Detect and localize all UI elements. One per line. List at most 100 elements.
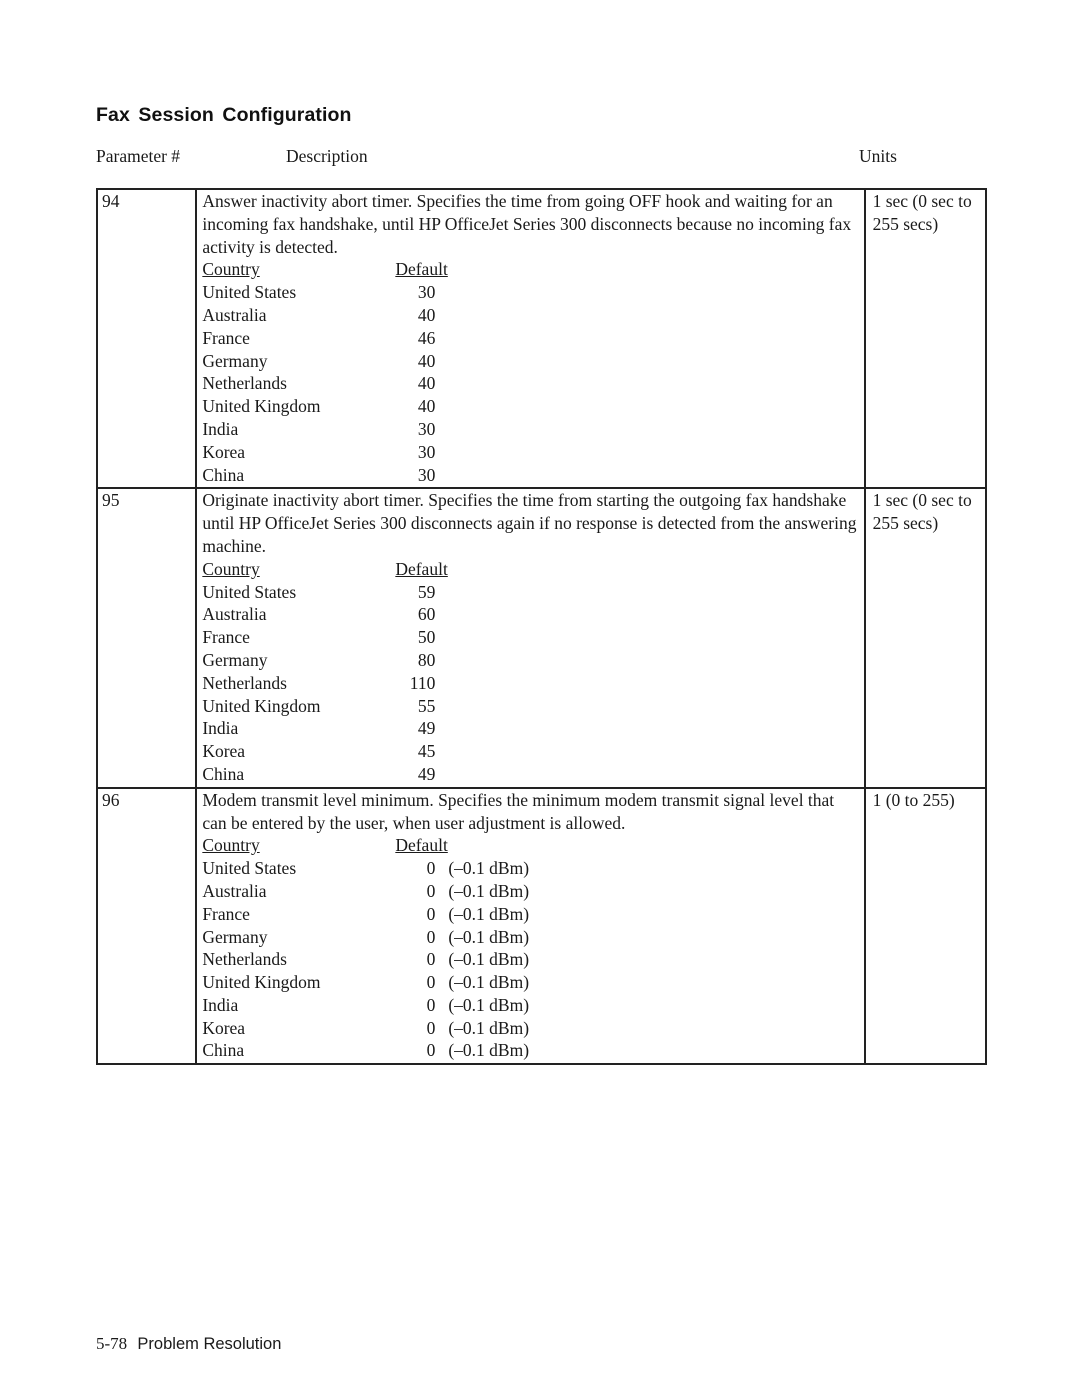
table-row: 96 Modem transmit level minimum. Specifie… [95, 786, 988, 1066]
parameter-units: 1 (0 to 255) [863, 786, 988, 1066]
column-header-description: Description [286, 146, 368, 166]
country-name: Korea [202, 441, 246, 462]
parameter-number: 96 [95, 786, 198, 1066]
country-name: India [202, 718, 239, 739]
default-value: 110 [409, 672, 436, 693]
country-header: Country [202, 835, 260, 856]
country-name: India [202, 994, 239, 1015]
default-value: 0 [426, 994, 436, 1015]
default-value: 40 [417, 350, 436, 371]
default-unit: (–0.1 dBm) [448, 1017, 530, 1038]
page-footer: 5-78 Problem Resolution [96, 1334, 281, 1354]
country-default-row: Korea 45 [202, 740, 863, 763]
parameter-description-cell: Modem transmit level minimum. Specifies … [195, 786, 866, 1066]
country-default-row: United States 30 [202, 281, 863, 304]
page-number: 5-78 [96, 1334, 128, 1353]
country-name: Netherlands [202, 672, 287, 693]
country-default-row: France 46 [202, 327, 863, 350]
parameter-number: 95 [95, 487, 198, 789]
default-unit: (–0.1 dBm) [448, 994, 530, 1015]
country-defaults-list: Country Default United States 30 Australia 40… [202, 258, 863, 486]
parameter-table-body: 94 Answer inactivity abort timer. Specifi… [95, 187, 988, 1066]
country-default-row: United States 59 [202, 581, 863, 604]
country-header: Country [202, 259, 260, 280]
country-default-row: Korea 0 (–0.1 dBm) [202, 1017, 863, 1040]
country-defaults-list: Country Default United States 59 Australia 60… [202, 558, 863, 786]
country-default-row: Australia 60 [202, 603, 863, 626]
country-name: United States [202, 282, 297, 303]
parameter-table: 94 Answer inactivity abort timer. Specifi… [95, 187, 988, 1066]
parameter-description-cell: Originate inactivity abort timer. Specif… [195, 487, 866, 789]
country-name: Germany [202, 649, 268, 670]
country-default-row: Australia 40 [202, 304, 863, 327]
default-value: 0 [426, 1040, 436, 1061]
country-name: China [202, 464, 245, 485]
default-unit [435, 464, 448, 487]
default-value: 30 [417, 464, 436, 485]
default-value: 49 [417, 763, 436, 784]
parameter-units: 1 sec (0 sec to 255 secs) [863, 487, 988, 789]
default-value: 46 [417, 327, 436, 348]
country-name: India [202, 418, 239, 439]
country-name: Netherlands [202, 373, 287, 394]
default-value: 30 [417, 282, 436, 303]
default-unit [435, 281, 448, 304]
default-unit [435, 649, 448, 672]
default-unit: (–0.1 dBm) [448, 903, 530, 924]
country-default-row: United Kingdom 55 [202, 695, 863, 718]
default-value: 0 [426, 903, 436, 924]
page-title: Fax Session Configuration [96, 104, 352, 126]
parameter-description: Answer inactivity abort timer. Specifies… [202, 191, 852, 257]
default-value: 40 [417, 373, 436, 394]
default-unit [435, 740, 448, 763]
country-default-row: Netherlands 40 [202, 372, 863, 395]
default-unit: (–0.1 dBm) [448, 972, 530, 993]
default-header: Default [395, 835, 448, 856]
country-name: Germany [202, 926, 268, 947]
default-unit [435, 672, 448, 695]
default-unit [435, 395, 448, 418]
default-value: 30 [417, 418, 436, 439]
country-name: France [202, 627, 250, 648]
default-unit [435, 327, 448, 350]
column-header-units: Units [859, 146, 897, 166]
default-unit [435, 626, 448, 649]
country-default-row: Germany 80 [202, 649, 863, 672]
default-value: 0 [426, 880, 436, 901]
default-value: 80 [417, 649, 436, 670]
default-value: 55 [417, 695, 436, 716]
default-unit [435, 441, 448, 464]
default-unit: (–0.1 dBm) [448, 949, 530, 970]
default-unit [435, 603, 448, 626]
country-name: Australia [202, 304, 267, 325]
default-value: 59 [417, 581, 436, 602]
country-name: United Kingdom [202, 695, 321, 716]
country-name: Netherlands [202, 949, 287, 970]
default-unit [435, 418, 448, 441]
default-value: 0 [426, 1017, 436, 1038]
country-default-row: Germany 0 (–0.1 dBm) [202, 926, 863, 949]
default-unit [435, 695, 448, 718]
country-default-row: United Kingdom 0 (–0.1 dBm) [202, 971, 863, 994]
column-header-parameter: Parameter # [96, 146, 181, 166]
default-value: 30 [417, 441, 436, 462]
default-value: 0 [426, 949, 436, 970]
default-header: Default [395, 558, 448, 579]
country-default-row: Australia 0 (–0.1 dBm) [202, 880, 863, 903]
country-default-row: Korea 30 [202, 441, 863, 464]
country-default-row: China 0 (–0.1 dBm) [202, 1039, 863, 1062]
default-value: 0 [426, 926, 436, 947]
default-header: Default [395, 259, 448, 280]
section-name: Problem Resolution [137, 1335, 282, 1353]
default-unit [435, 304, 448, 327]
country-default-row: India 0 (–0.1 dBm) [202, 994, 863, 1017]
country-defaults-list: Country Default United States 0 (–0.1 dBm) Au… [202, 834, 863, 1062]
default-unit [435, 350, 448, 373]
country-name: Korea [202, 1017, 246, 1038]
default-unit: (–0.1 dBm) [448, 926, 530, 947]
parameter-description: Originate inactivity abort timer. Specif… [202, 490, 857, 556]
default-unit: (–0.1 dBm) [448, 858, 530, 879]
default-value: 40 [417, 304, 436, 325]
default-value: 60 [417, 604, 436, 625]
country-default-row: France 50 [202, 626, 863, 649]
